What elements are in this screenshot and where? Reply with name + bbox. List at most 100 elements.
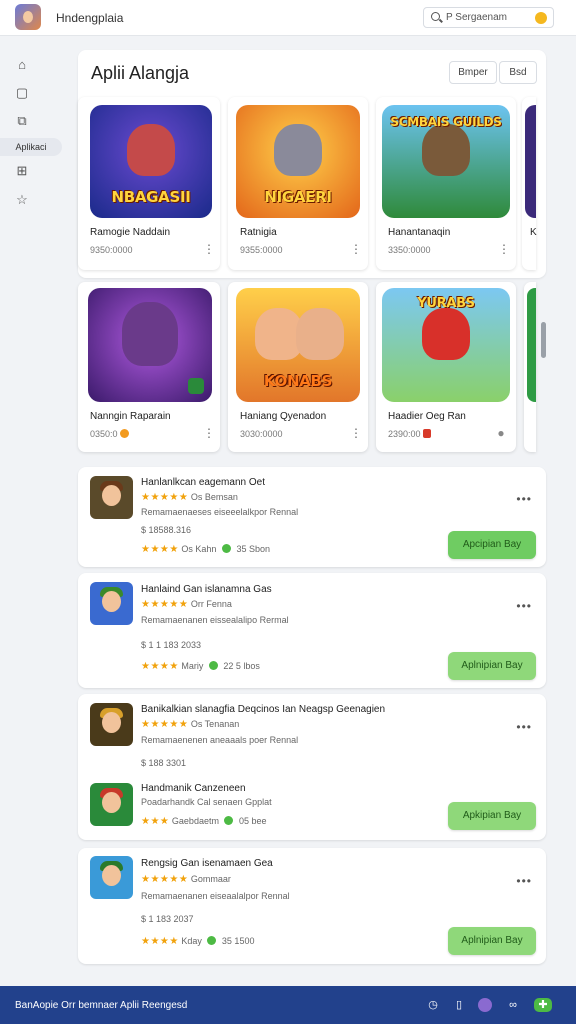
install-button[interactable]: Apcipian Bay — [448, 531, 536, 559]
tile-meta: 3030:0000 — [240, 429, 283, 439]
app-tile[interactable]: KONABS Haniang Qyenadon 3030:0000 ⋮ — [228, 282, 368, 452]
tile-name: Ramogie Naddain — [90, 227, 171, 238]
list-title: Banikalkian slanagfia Deqcinos Ian Neags… — [141, 704, 386, 715]
tile-name: Haadier Oeg Ran — [388, 411, 466, 422]
list-price: $ 18588.316 — [141, 525, 192, 535]
app-tile[interactable]: SCMBAIS GUILDS Hanantanaqin 3350:0000 ⋮ — [376, 97, 516, 270]
list-item[interactable]: Hanlanlkcan eagemann Oet ★★★★★ Os Bemsan… — [78, 467, 546, 567]
tile-name: Haniang Qyenadon — [240, 411, 327, 422]
list-footer: ★★★★ Kday 35 1500 — [141, 936, 255, 947]
clock-icon[interactable]: ◷ — [426, 998, 440, 1012]
tag-icon — [423, 429, 432, 438]
rating-row: ★★★★★ Os Bemsan — [141, 492, 238, 503]
app-tile[interactable]: YURABS Haadier Oeg Ran 2390:00 ● — [376, 282, 516, 452]
install-button[interactable]: Apkipian Bay — [448, 802, 536, 830]
app-thumbnail — [90, 703, 133, 746]
link-icon[interactable]: ∞ — [506, 998, 520, 1012]
rating-row: ★★★★★ Orr Fenna — [141, 599, 232, 610]
tile-meta: 9350:0000 — [90, 245, 133, 255]
character-figure — [274, 124, 322, 177]
rating-row: Poadarhandk Cal senaen Gpplat — [141, 797, 272, 807]
info-icon[interactable]: ● — [496, 427, 506, 439]
character-figure — [127, 124, 175, 177]
more-icon[interactable]: ⋮ — [203, 243, 215, 255]
rating-row: ★★★★★ Os Tenanan — [141, 719, 240, 730]
badge-icon — [188, 378, 204, 394]
app-artwork — [525, 105, 536, 218]
list-footer: ★★★ Gaebdaetm 05 bee — [141, 816, 267, 827]
status-dot — [221, 544, 231, 553]
app-thumbnail — [90, 476, 133, 519]
app-tile[interactable]: Nanngin Raparain 0350:0 ⋮ — [78, 282, 220, 452]
star-icon[interactable]: ☆ — [12, 190, 32, 210]
list-item[interactable]: Hanlaind Gan islanamna Gas ★★★★★ Orr Fen… — [78, 573, 546, 688]
tile-meta: 0350:0 — [90, 429, 130, 439]
more-icon[interactable]: ⋮ — [498, 243, 510, 255]
list-title: Handmanik Canzeneen — [141, 783, 246, 794]
filter-button-2[interactable]: Bsd — [499, 61, 537, 84]
app-artwork: KONABS — [236, 288, 360, 402]
app-artwork: YURABS — [382, 288, 510, 402]
carousel-scrollbar[interactable] — [541, 322, 546, 358]
game-controller-icon[interactable]: ✚ — [534, 998, 552, 1012]
app-title: Hndengplaia — [56, 11, 124, 25]
tile-name: Ratnigia — [240, 227, 277, 238]
app-tile-partial[interactable] — [524, 282, 536, 452]
character-figure — [422, 124, 470, 177]
filter-button-1[interactable]: Bmper — [449, 61, 497, 84]
list-item[interactable]: Banikalkian slanagfia Deqcinos Ian Neags… — [78, 694, 546, 840]
list-price: $ 1 183 2037 — [141, 914, 194, 924]
tile-name: K — [530, 227, 537, 238]
more-options-icon[interactable]: ••• — [516, 720, 532, 734]
list-title: Rengsig Gan isenamaen Gea — [141, 858, 273, 869]
app-tile[interactable]: NIGAERI Ratnigia 9355:0000 ⋮ — [228, 97, 368, 270]
app-artwork: NIGAERI — [236, 105, 360, 218]
list-description: Remamaenanen eiseaalalpor Rennal — [141, 891, 290, 901]
chat-icon[interactable]: ▢ — [12, 83, 32, 103]
more-options-icon[interactable]: ••• — [516, 874, 532, 888]
list-item[interactable]: Rengsig Gan isenamaen Gea ★★★★★ Gommaar … — [78, 848, 546, 964]
app-artwork — [527, 288, 536, 402]
app-tile[interactable]: NBAGASII Ramogie Naddain 9350:0000 ⋮ — [78, 97, 220, 270]
sidebar: ⌂ ▢ ⧉ Aplikaci ⊞ ☆ — [0, 36, 64, 986]
sidebar-item-aplikaci[interactable]: Aplikaci — [0, 138, 62, 156]
more-icon[interactable]: ⋮ — [350, 243, 362, 255]
tile-meta: 2390:00 — [388, 429, 432, 439]
avatar[interactable] — [478, 998, 492, 1012]
star-rating: ★★★★★ — [141, 492, 189, 503]
app-thumbnail — [90, 783, 133, 826]
character-figure — [296, 307, 345, 360]
library-icon[interactable]: ⧉ — [12, 111, 32, 131]
character-figure — [422, 307, 470, 360]
coin-icon[interactable] — [535, 12, 547, 24]
artwork-title: YURABS — [417, 296, 475, 311]
bottom-bar: BanAopie Orr bemnaer Aplii Reengesd ◷ ▯ … — [0, 986, 576, 1024]
more-options-icon[interactable]: ••• — [516, 599, 532, 613]
home-icon[interactable]: ⌂ — [12, 55, 32, 75]
book-icon[interactable]: ⊞ — [12, 161, 32, 181]
search-input[interactable]: P Sergaenam — [423, 7, 554, 28]
artwork-title: SCMBAIS GUILDS — [390, 115, 502, 129]
list-title: Hanlaind Gan islanamna Gas — [141, 584, 272, 595]
document-icon[interactable]: ▯ — [452, 998, 466, 1012]
app-artwork — [88, 288, 212, 402]
more-icon[interactable]: ⋮ — [203, 427, 215, 439]
list-footer: ★★★★ Mariy 22 5 lbos — [141, 661, 260, 672]
rating-row: ★★★★★ Gommaar — [141, 874, 231, 885]
more-icon[interactable]: ⋮ — [350, 427, 362, 439]
list-price: $ 188 3301 — [141, 758, 187, 768]
list-title: Hanlanlkcan eagemann Oet — [141, 477, 265, 488]
bottom-status-text: BanAopie Orr bemnaer Aplii Reengesd — [15, 1000, 188, 1011]
list-price: $ 1 1 183 2033 — [141, 640, 202, 650]
app-tile-partial[interactable]: K — [522, 97, 537, 270]
install-button[interactable]: Aplnipian Bay — [448, 652, 536, 680]
app-logo[interactable] — [15, 4, 41, 30]
more-options-icon[interactable]: ••• — [516, 492, 532, 506]
install-button[interactable]: Aplnipian Bay — [448, 927, 536, 955]
artwork-title: NBAGASII — [111, 188, 191, 206]
search-icon — [431, 12, 440, 21]
artwork-title: NIGAERI — [264, 188, 332, 206]
section-title: Aplii Alangja — [91, 63, 190, 83]
status-dot — [207, 936, 217, 945]
character-figure — [122, 301, 178, 366]
